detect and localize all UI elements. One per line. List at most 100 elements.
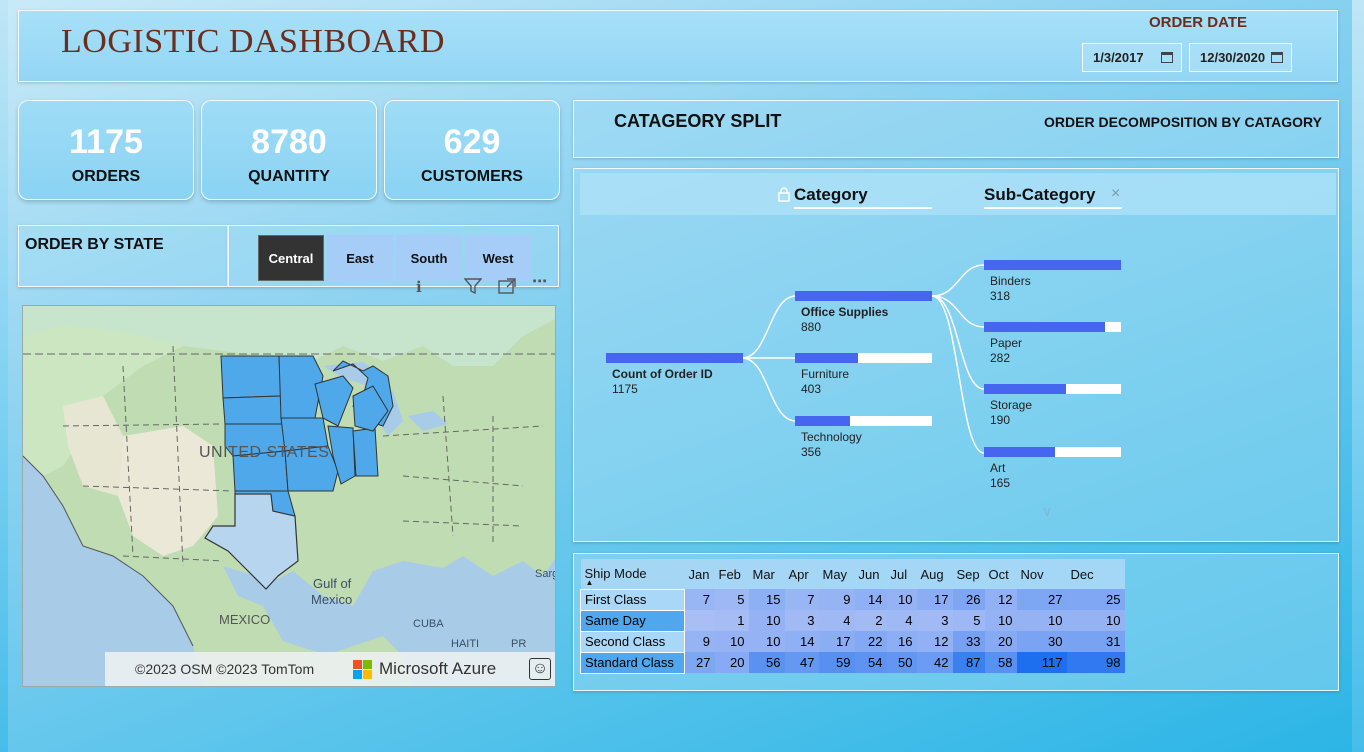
info-icon[interactable]: ℹ bbox=[416, 278, 422, 296]
node-label: Paper bbox=[990, 336, 1023, 350]
category-split-title: CATAGEORY SPLIT bbox=[614, 111, 782, 131]
focus-mode-icon[interactable] bbox=[498, 278, 516, 298]
table-cell: 9 bbox=[684, 631, 715, 652]
map-label-sargasso: Sarg bbox=[535, 568, 556, 580]
node-value: 318 bbox=[990, 289, 1011, 303]
table-cell: 3 bbox=[916, 610, 953, 631]
decomposition-tree: Category Sub-Category × Count of Order I… bbox=[573, 168, 1339, 542]
map-label-mexico: MEXICO bbox=[219, 612, 271, 627]
order-by-state-header: ORDER BY STATE bbox=[18, 225, 228, 287]
matrix-header-month[interactable]: Jul bbox=[886, 559, 917, 589]
table-row[interactable]: Second Class 9 10 10 14 17 22 16 12 33 20 30 31 bbox=[580, 630, 1125, 653]
table-cell: 58 bbox=[984, 652, 1017, 673]
calendar-icon[interactable] bbox=[1271, 52, 1283, 63]
node-value: 1175 bbox=[612, 382, 638, 396]
map-attribution-bar: ©2023 OSM ©2023 TomTom Microsoft Azure ☺ bbox=[105, 652, 555, 686]
table-cell: 14 bbox=[854, 589, 887, 610]
node-value: 356 bbox=[801, 445, 822, 459]
table-cell: 10 bbox=[714, 631, 749, 652]
table-cell: 117 bbox=[1016, 652, 1067, 673]
map-label-cuba: CUBA bbox=[413, 618, 444, 630]
row-label: Second Class bbox=[580, 630, 685, 653]
table-cell: 31 bbox=[1066, 631, 1125, 652]
date-end-field[interactable]: 12/30/2020 bbox=[1189, 43, 1292, 72]
map-label-pr: PR bbox=[511, 638, 527, 650]
table-cell: 17 bbox=[818, 631, 855, 652]
calendar-icon[interactable] bbox=[1161, 52, 1173, 63]
table-cell: 56 bbox=[748, 652, 785, 673]
node-bar-fill bbox=[984, 322, 1105, 332]
table-row[interactable]: First Class 7 5 15 7 9 14 10 17 26 12 27 25 bbox=[580, 588, 1125, 611]
table-cell: 1 bbox=[714, 610, 749, 631]
matrix-header-month[interactable]: Apr bbox=[784, 559, 819, 589]
table-cell: 4 bbox=[886, 610, 917, 631]
matrix-header-month[interactable]: Jun bbox=[854, 559, 887, 589]
node-value: 403 bbox=[801, 382, 822, 396]
table-cell: 3 bbox=[784, 610, 819, 631]
matrix-header-row: Ship Mode ▲ Jan Feb Mar Apr May Jun Jul Aug Sep O… bbox=[580, 559, 1125, 589]
matrix-header-month[interactable]: Nov bbox=[1016, 559, 1067, 589]
table-row[interactable]: Standard Class 27 20 56 47 59 54 50 42 87 58 117 98 bbox=[580, 651, 1125, 674]
matrix-header-month[interactable]: Jan bbox=[684, 559, 715, 589]
state-map[interactable]: UNITED STATES Gulf of Mexico MEXICO CUBA… bbox=[22, 305, 556, 687]
matrix-header-month[interactable]: Mar bbox=[748, 559, 785, 589]
map-attribution: ©2023 OSM ©2023 TomTom bbox=[135, 661, 315, 677]
date-start-field[interactable]: 1/3/2017 bbox=[1082, 43, 1182, 72]
map-graphic bbox=[23, 306, 555, 686]
region-button-south[interactable]: South bbox=[396, 235, 462, 281]
table-cell: 26 bbox=[952, 589, 985, 610]
row-header-label: Ship Mode bbox=[584, 566, 647, 582]
filter-icon[interactable] bbox=[463, 278, 483, 298]
table-cell: 7 bbox=[684, 589, 715, 610]
table-cell: 15 bbox=[748, 589, 785, 610]
node-label: Art bbox=[990, 461, 1006, 475]
map-label-haiti: HAITI bbox=[451, 638, 480, 650]
map-label-country: UNITED STATES bbox=[199, 444, 330, 461]
map-label-gulf-2: Mexico bbox=[311, 592, 353, 607]
region-button-east[interactable]: East bbox=[327, 235, 393, 281]
matrix-header-month[interactable]: Dec bbox=[1066, 559, 1125, 589]
feedback-smiley-icon[interactable]: ☺ bbox=[529, 658, 551, 680]
table-cell: 4 bbox=[818, 610, 855, 631]
table-cell: 87 bbox=[952, 652, 985, 673]
kpi-card-customers: 629 CUSTOMERS bbox=[384, 100, 560, 200]
map-label-gulf: Gulf of bbox=[313, 576, 352, 591]
matrix-header-month[interactable]: May bbox=[818, 559, 855, 589]
table-cell: 9 bbox=[818, 589, 855, 610]
table-cell: 42 bbox=[916, 652, 953, 673]
kpi-value: 8780 bbox=[251, 123, 327, 161]
table-cell: 7 bbox=[784, 589, 819, 610]
table-cell: 25 bbox=[1066, 589, 1125, 610]
node-label: Storage bbox=[990, 398, 1033, 412]
more-options-icon[interactable]: ⋯ bbox=[532, 272, 547, 290]
kpi-card-quantity: 8780 QUANTITY bbox=[201, 100, 377, 200]
node-bar-fill bbox=[795, 416, 850, 426]
table-cell: 10 bbox=[748, 631, 785, 652]
order-by-state-title: ORDER BY STATE bbox=[25, 236, 164, 253]
table-cell: 16 bbox=[886, 631, 917, 652]
table-cell: 10 bbox=[984, 610, 1017, 631]
matrix-header-month[interactable]: Oct bbox=[984, 559, 1017, 589]
table-cell: 10 bbox=[748, 610, 785, 631]
matrix-header-month[interactable]: Feb bbox=[714, 559, 749, 589]
date-end-value: 12/30/2020 bbox=[1200, 50, 1266, 65]
matrix-header-month[interactable]: Sep bbox=[952, 559, 985, 589]
region-button-central[interactable]: Central bbox=[258, 235, 324, 281]
table-row[interactable]: Same Day 1 10 3 4 2 4 3 5 10 10 10 bbox=[580, 609, 1125, 632]
table-cell: 2 bbox=[854, 610, 887, 631]
region-button-west[interactable]: West bbox=[465, 235, 531, 281]
node-bar-fill bbox=[795, 353, 858, 363]
node-value: 282 bbox=[990, 351, 1011, 365]
table-cell: 59 bbox=[818, 652, 855, 673]
table-cell: 54 bbox=[854, 652, 887, 673]
node-value: 165 bbox=[990, 476, 1011, 490]
matrix-header-ship-mode[interactable]: Ship Mode ▲ bbox=[580, 559, 685, 589]
chevron-down-icon[interactable]: ∨ bbox=[1042, 503, 1052, 520]
node-bar-fill bbox=[984, 447, 1055, 457]
microsoft-logo-icon bbox=[353, 660, 373, 680]
table-cell bbox=[684, 610, 715, 631]
matrix-header-month[interactable]: Aug bbox=[916, 559, 953, 589]
table-cell: 33 bbox=[952, 631, 985, 652]
category-split-subtitle: ORDER DECOMPOSITION BY CATAGORY bbox=[1044, 114, 1322, 130]
node-value: 190 bbox=[990, 413, 1011, 427]
